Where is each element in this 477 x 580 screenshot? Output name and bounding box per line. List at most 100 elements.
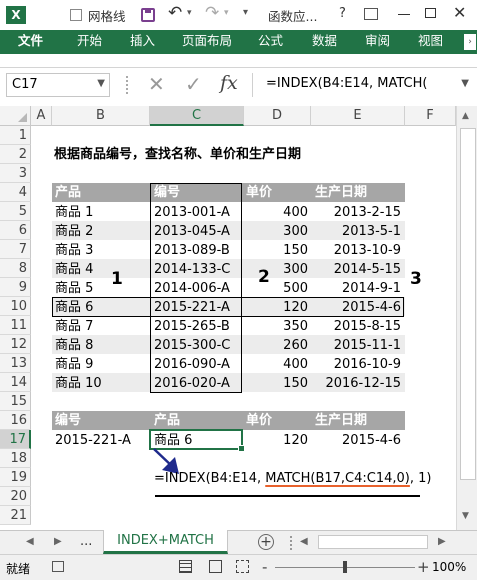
table-cell-date[interactable]: 2013-10-9	[312, 241, 401, 260]
table-cell-date[interactable]: 2013-2-15	[312, 203, 401, 222]
row-header-6[interactable]: 6	[0, 221, 31, 240]
tab-split-icon[interactable]	[290, 536, 292, 550]
help-button[interactable]: ?	[339, 6, 346, 21]
next-sheet-icon[interactable]: ▶	[54, 536, 62, 547]
cancel-entry-icon[interactable]: ✕	[148, 72, 165, 96]
column-header-c[interactable]: C	[150, 106, 244, 126]
table-cell-price[interactable]: 300	[270, 222, 308, 241]
table-cell-product[interactable]: 商品 1	[55, 203, 93, 222]
scroll-thumb[interactable]	[460, 128, 476, 480]
ribbon-display-icon[interactable]	[364, 8, 378, 20]
minimize-button[interactable]	[398, 14, 410, 15]
insert-function-icon[interactable]: fx	[220, 72, 238, 94]
add-sheet-button[interactable]: +	[258, 534, 274, 550]
column-header-a[interactable]: A	[31, 106, 52, 126]
column-header-b[interactable]: B	[52, 106, 150, 126]
zoom-in-button[interactable]: +	[417, 558, 430, 576]
table-cell-date[interactable]: 2013-5-1	[312, 222, 401, 241]
redo-icon[interactable]: ↷	[205, 3, 219, 23]
row-header-2[interactable]: 2	[0, 145, 31, 164]
customize-qat-icon[interactable]: ▾	[243, 7, 248, 18]
tab-view[interactable]: 视图	[418, 30, 443, 54]
row-header-18[interactable]: 18	[0, 449, 31, 468]
row-header-5[interactable]: 5	[0, 202, 31, 221]
table-cell-product[interactable]: 商品 9	[55, 355, 93, 374]
table-cell-date[interactable]: 2014-9-1	[312, 279, 401, 298]
hscroll-left-icon[interactable]: ◀	[300, 536, 308, 547]
column-header-e[interactable]: E	[311, 106, 405, 126]
row-header-7[interactable]: 7	[0, 240, 31, 259]
hscroll-right-icon[interactable]: ▶	[438, 536, 446, 547]
table-cell-date[interactable]: 2016-10-9	[312, 355, 401, 374]
row-header-8[interactable]: 8	[0, 259, 31, 278]
prev-sheet-icon[interactable]: ◀	[26, 536, 34, 547]
table-cell-product[interactable]: 商品 4	[55, 260, 93, 279]
table-cell-product[interactable]: 商品 10	[55, 374, 102, 393]
lookup-price-value[interactable]: 120	[280, 431, 308, 450]
redo-dropdown-icon[interactable]: ▾	[224, 8, 229, 18]
table-cell-price[interactable]: 260	[270, 336, 308, 355]
tab-home[interactable]: 开始	[77, 30, 102, 54]
table-cell-date[interactable]: 2016-12-15	[312, 374, 401, 393]
vertical-scrollbar[interactable]: ▲ ▼	[456, 106, 477, 530]
tab-review[interactable]: 审阅	[365, 30, 390, 54]
table-cell-product[interactable]: 商品 5	[55, 279, 93, 298]
macro-record-icon[interactable]	[52, 561, 64, 572]
gridlines-checkbox[interactable]	[70, 9, 82, 21]
table-cell-price[interactable]: 400	[270, 355, 308, 374]
table-cell-date[interactable]: 2014-5-15	[312, 260, 401, 279]
lookup-code-value[interactable]: 2015-221-A	[55, 431, 131, 450]
table-cell-price[interactable]: 500	[270, 279, 308, 298]
row-header-13[interactable]: 13	[0, 354, 31, 373]
zoom-out-button[interactable]: -	[262, 558, 267, 576]
table-cell-product[interactable]: 商品 8	[55, 336, 93, 355]
row-header-9[interactable]: 9	[0, 278, 31, 297]
row-header-19[interactable]: 19	[0, 468, 31, 487]
save-icon[interactable]	[141, 8, 155, 22]
name-box[interactable]: C17 ▼	[6, 73, 110, 97]
table-cell-product[interactable]: 商品 2	[55, 222, 93, 241]
table-cell-price[interactable]: 300	[270, 260, 308, 279]
column-header-d[interactable]: D	[244, 106, 311, 126]
lookup-date-value[interactable]: 2015-4-6	[320, 431, 401, 450]
table-cell-date[interactable]: 2015-11-1	[312, 336, 401, 355]
undo-dropdown-icon[interactable]: ▾	[187, 8, 192, 18]
tab-file[interactable]: 文件	[18, 30, 43, 54]
worksheet-grid[interactable]: A B C D E F ▲ ▼ 1 2 3 4 5 6 7 8 9 10 11 12 13 14 15 16 1…	[0, 106, 477, 530]
close-button[interactable]: ✕	[453, 3, 466, 22]
table-cell-price[interactable]: 350	[270, 317, 308, 336]
row-header-1[interactable]: 1	[0, 126, 31, 145]
maximize-button[interactable]	[425, 8, 436, 18]
name-box-dropdown-icon[interactable]: ▼	[97, 78, 105, 89]
page-break-view-icon[interactable]	[236, 560, 249, 573]
row-header-11[interactable]: 11	[0, 316, 31, 335]
more-sheets-button[interactable]: ...	[80, 534, 92, 549]
table-cell-date[interactable]: 2015-8-15	[312, 317, 401, 336]
column-header-f[interactable]: F	[405, 106, 456, 126]
row-header-15[interactable]: 15	[0, 392, 31, 411]
row-header-20[interactable]: 20	[0, 487, 31, 506]
horizontal-scrollbar[interactable]	[318, 535, 428, 549]
select-all-corner[interactable]	[0, 106, 31, 126]
row-header-17[interactable]: 17	[0, 430, 31, 449]
tab-formulas[interactable]: 公式	[258, 30, 283, 54]
formula-input[interactable]: =INDEX(B4:E14, MATCH( ▼	[252, 73, 471, 97]
expand-formula-bar-icon[interactable]: ▼	[461, 78, 469, 89]
ribbon-scroll-right-icon[interactable]: ›	[464, 34, 476, 50]
formula-bar-grip-icon[interactable]	[126, 76, 128, 94]
table-cell-price[interactable]: 150	[270, 374, 308, 393]
row-header-16[interactable]: 16	[0, 411, 31, 430]
row-header-21[interactable]: 21	[0, 506, 31, 525]
scroll-down-icon[interactable]: ▼	[462, 511, 469, 521]
table-cell-price[interactable]: 150	[270, 241, 308, 260]
zoom-level[interactable]: 100%	[432, 560, 466, 574]
table-cell-product[interactable]: 商品 7	[55, 317, 93, 336]
table-cell-price[interactable]: 400	[270, 203, 308, 222]
row-header-12[interactable]: 12	[0, 335, 31, 354]
row-header-3[interactable]: 3	[0, 164, 31, 183]
tab-data[interactable]: 数据	[312, 30, 337, 54]
row-header-14[interactable]: 14	[0, 373, 31, 392]
undo-icon[interactable]: ↶	[168, 3, 182, 23]
sheet-tab-index-match[interactable]: INDEX+MATCH	[103, 530, 228, 554]
page-layout-view-icon[interactable]	[209, 560, 222, 573]
